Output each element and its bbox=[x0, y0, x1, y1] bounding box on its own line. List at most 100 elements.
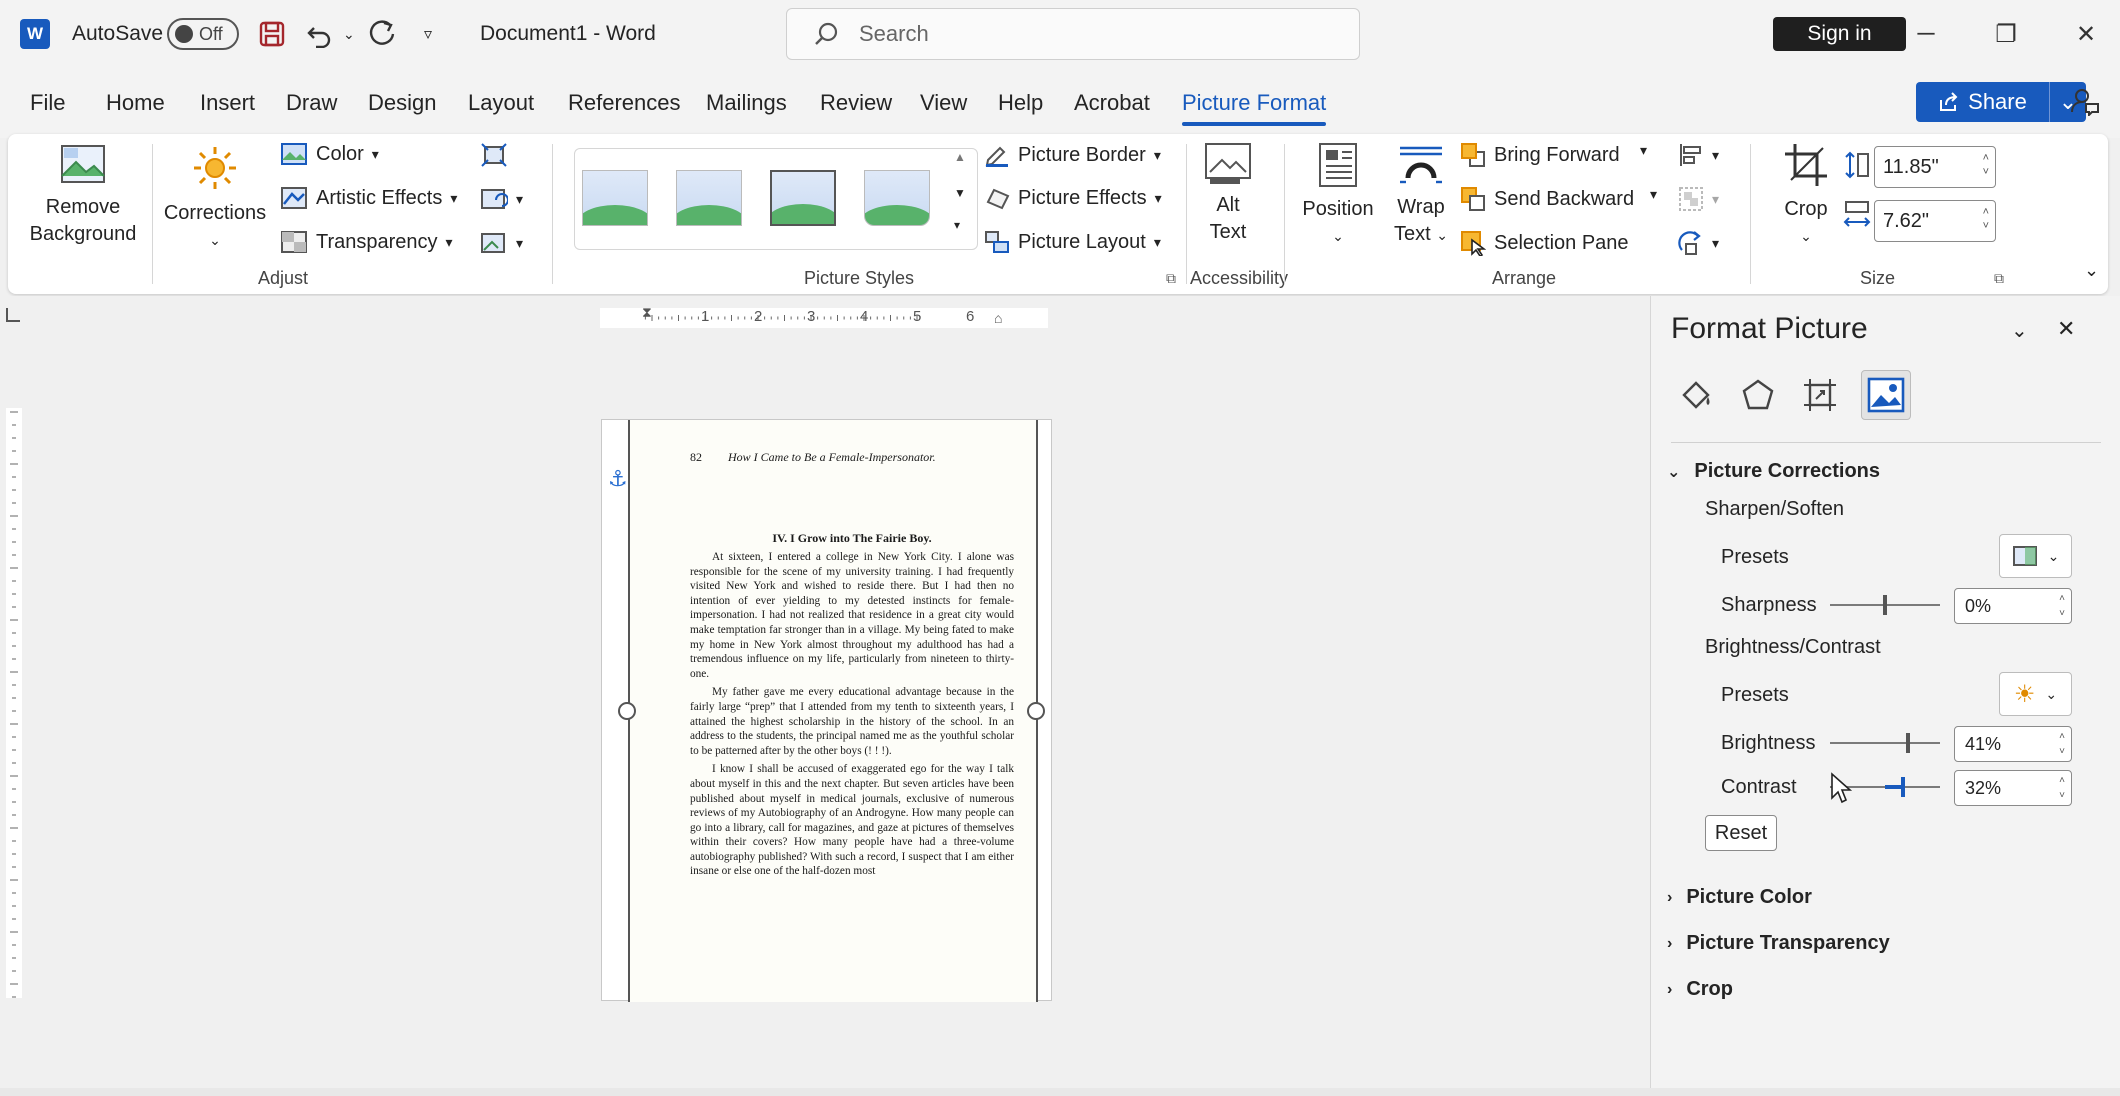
undo-dropdown-icon[interactable]: ⌄ bbox=[343, 0, 355, 68]
picture-layout-button[interactable]: Picture Layout ▾ bbox=[984, 230, 1161, 254]
brightness-presets-dropdown[interactable]: ☀ ⌄ bbox=[1999, 672, 2072, 716]
tab-design[interactable]: Design bbox=[368, 90, 436, 116]
height-spinner-icon[interactable]: ˄ ˅ bbox=[1983, 151, 1989, 179]
anchor-icon[interactable]: ⚓ bbox=[608, 466, 628, 492]
autosave-toggle[interactable]: Off bbox=[167, 0, 239, 68]
remove-background-button[interactable]: Remove Background bbox=[28, 142, 138, 248]
sharpness-input[interactable]: 0% ˄ ˅ bbox=[1954, 588, 2072, 624]
color-icon bbox=[281, 143, 307, 165]
save-icon[interactable] bbox=[258, 0, 286, 68]
chevron-down-icon: ▾ bbox=[516, 234, 524, 251]
tab-view[interactable]: View bbox=[920, 90, 967, 116]
tab-review[interactable]: Review bbox=[820, 90, 892, 116]
dialog-launcher-icon[interactable]: ⧉ bbox=[1166, 270, 1176, 287]
tab-references[interactable]: References bbox=[568, 90, 681, 116]
selection-pane-button[interactable]: Selection Pane bbox=[1460, 230, 1629, 256]
section-picture-transparency[interactable]: › Picture Transparency bbox=[1667, 932, 1890, 955]
picture-effects-button[interactable]: Picture Effects ▾ bbox=[984, 186, 1162, 210]
ruler-number: 5 bbox=[913, 308, 922, 325]
tab-selector-icon[interactable] bbox=[6, 308, 20, 322]
tab-draw[interactable]: Draw bbox=[286, 90, 337, 116]
width-spinner-icon[interactable]: ˄ ˅ bbox=[1983, 205, 1989, 233]
color-button[interactable]: Color ▾ bbox=[280, 142, 379, 166]
brightness-spinner-icon[interactable]: ˄ ˅ bbox=[2059, 729, 2065, 759]
close-window-button[interactable]: ✕ bbox=[2046, 0, 2120, 68]
tab-mailings[interactable]: Mailings bbox=[706, 90, 787, 116]
contrast-input[interactable]: 32% ˄ ˅ bbox=[1954, 770, 2072, 806]
document-page[interactable]: ⚓ 82 How I Came to Be a Female-Impersonat… bbox=[601, 419, 1052, 1002]
contrast-slider-thumb[interactable] bbox=[1900, 777, 1905, 797]
bring-forward-dropdown-icon[interactable]: ▾ bbox=[1640, 142, 1647, 159]
right-indent-marker-icon[interactable]: ⌂ bbox=[994, 310, 1002, 326]
collapse-ribbon-icon[interactable]: ⌄ bbox=[2084, 260, 2099, 281]
bring-forward-button[interactable]: Bring Forward bbox=[1460, 142, 1620, 168]
artistic-effects-button[interactable]: Artistic Effects ▾ bbox=[280, 186, 457, 210]
close-pane-icon[interactable]: ✕ bbox=[2057, 316, 2075, 342]
vertical-ruler[interactable] bbox=[6, 408, 22, 998]
document-canvas[interactable]: 1 2 3 4 5 6 ⧗ ⌂ ⚓ 82 How I Came to Be a Female… bbox=[0, 296, 1650, 1088]
customize-qat-icon[interactable]: ▿ bbox=[424, 0, 432, 68]
redo-icon[interactable] bbox=[368, 0, 398, 68]
corrections-button[interactable]: Corrections ⌄ bbox=[160, 144, 270, 254]
selected-picture[interactable]: 82 How I Came to Be a Female-Impersonator… bbox=[628, 420, 1038, 1002]
picture-border-button[interactable]: Picture Border ▾ bbox=[984, 142, 1161, 168]
section-crop[interactable]: › Crop bbox=[1667, 978, 1733, 1001]
picture-style-3[interactable] bbox=[770, 170, 836, 226]
position-button[interactable]: Position ⌄ bbox=[1298, 142, 1378, 250]
picture-style-1[interactable] bbox=[582, 170, 648, 226]
change-picture-icon[interactable]: ▾ bbox=[480, 186, 523, 212]
tab-help[interactable]: Help bbox=[998, 90, 1043, 116]
rotate-icon[interactable]: ▾ bbox=[1678, 230, 1719, 256]
send-backward-dropdown-icon[interactable]: ▾ bbox=[1650, 186, 1657, 203]
search-input[interactable]: Search bbox=[786, 8, 1360, 60]
horizontal-ruler[interactable]: 1 2 3 4 5 6 ⧗ ⌂ bbox=[600, 304, 1048, 328]
resize-handle-left[interactable] bbox=[618, 702, 636, 720]
pane-options-icon[interactable]: ⌄ bbox=[2011, 318, 2028, 343]
tab-insert[interactable]: Insert bbox=[200, 90, 255, 116]
tab-picture-format[interactable]: Picture Format bbox=[1182, 90, 1327, 126]
gallery-more-icon[interactable]: ▾ bbox=[954, 218, 960, 232]
contrast-spinner-icon[interactable]: ˄ ˅ bbox=[2059, 773, 2065, 803]
brightness-slider[interactable] bbox=[1830, 733, 1940, 753]
minimize-button[interactable]: ─ bbox=[1886, 0, 1966, 68]
send-backward-button[interactable]: Send Backward bbox=[1460, 186, 1634, 212]
transparency-button[interactable]: Transparency ▾ bbox=[280, 230, 453, 254]
gallery-scroll-up-icon[interactable]: ▲ bbox=[954, 150, 966, 164]
gallery-scroll-down-icon[interactable]: ▼ bbox=[954, 186, 966, 200]
tab-home[interactable]: Home bbox=[106, 90, 165, 116]
tab-acrobat[interactable]: Acrobat bbox=[1074, 90, 1150, 116]
sharpen-soften-heading: Sharpen/Soften bbox=[1705, 498, 1844, 520]
sharpen-presets-dropdown[interactable]: ⌄ bbox=[1999, 534, 2072, 578]
alt-text-button[interactable]: Alt Text bbox=[1200, 142, 1256, 246]
crop-button[interactable]: Crop ⌄ bbox=[1766, 142, 1846, 250]
sharpness-slider[interactable] bbox=[1830, 595, 1940, 615]
picture-style-4[interactable] bbox=[864, 170, 930, 226]
comments-icon[interactable] bbox=[2070, 86, 2100, 122]
brightness-input[interactable]: 41% ˄ ˅ bbox=[1954, 726, 2072, 762]
reset-button[interactable]: Reset bbox=[1705, 815, 1777, 851]
section-picture-corrections[interactable]: ⌄ Picture Corrections bbox=[1667, 460, 1880, 483]
tab-file[interactable]: File bbox=[30, 90, 65, 116]
reset-picture-icon[interactable]: ▾ bbox=[480, 230, 523, 256]
compress-pictures-icon[interactable] bbox=[480, 142, 508, 168]
wrap-text-button[interactable]: Wrap Text ⌄ bbox=[1390, 142, 1452, 249]
indent-marker-icon[interactable]: ⧗ bbox=[642, 304, 652, 321]
height-input[interactable]: 11.85" ˄ ˅ bbox=[1874, 146, 1996, 188]
width-input[interactable]: 7.62" ˄ ˅ bbox=[1874, 200, 1996, 242]
picture-icon[interactable] bbox=[1861, 370, 1911, 420]
size-dialog-launcher-icon[interactable]: ⧉ bbox=[1994, 270, 2004, 287]
effects-pentagon-icon[interactable] bbox=[1733, 370, 1783, 420]
tab-layout[interactable]: Layout bbox=[468, 90, 534, 116]
picture-style-2[interactable] bbox=[676, 170, 742, 226]
sharpness-spinner-icon[interactable]: ˄ ˅ bbox=[2059, 591, 2065, 621]
brightness-slider-thumb[interactable] bbox=[1905, 733, 1910, 753]
restore-button[interactable]: ❐ bbox=[1966, 0, 2046, 68]
sharpness-slider-thumb[interactable] bbox=[1883, 595, 1887, 615]
section-picture-color[interactable]: › Picture Color bbox=[1667, 886, 1812, 909]
fill-line-icon[interactable] bbox=[1671, 370, 1721, 420]
resize-handle-right[interactable] bbox=[1027, 702, 1045, 720]
undo-icon[interactable] bbox=[306, 0, 334, 68]
size-properties-icon[interactable] bbox=[1795, 370, 1845, 420]
align-icon[interactable]: ▾ bbox=[1678, 142, 1719, 168]
share-button[interactable]: Share ⌄ bbox=[1916, 82, 2086, 122]
